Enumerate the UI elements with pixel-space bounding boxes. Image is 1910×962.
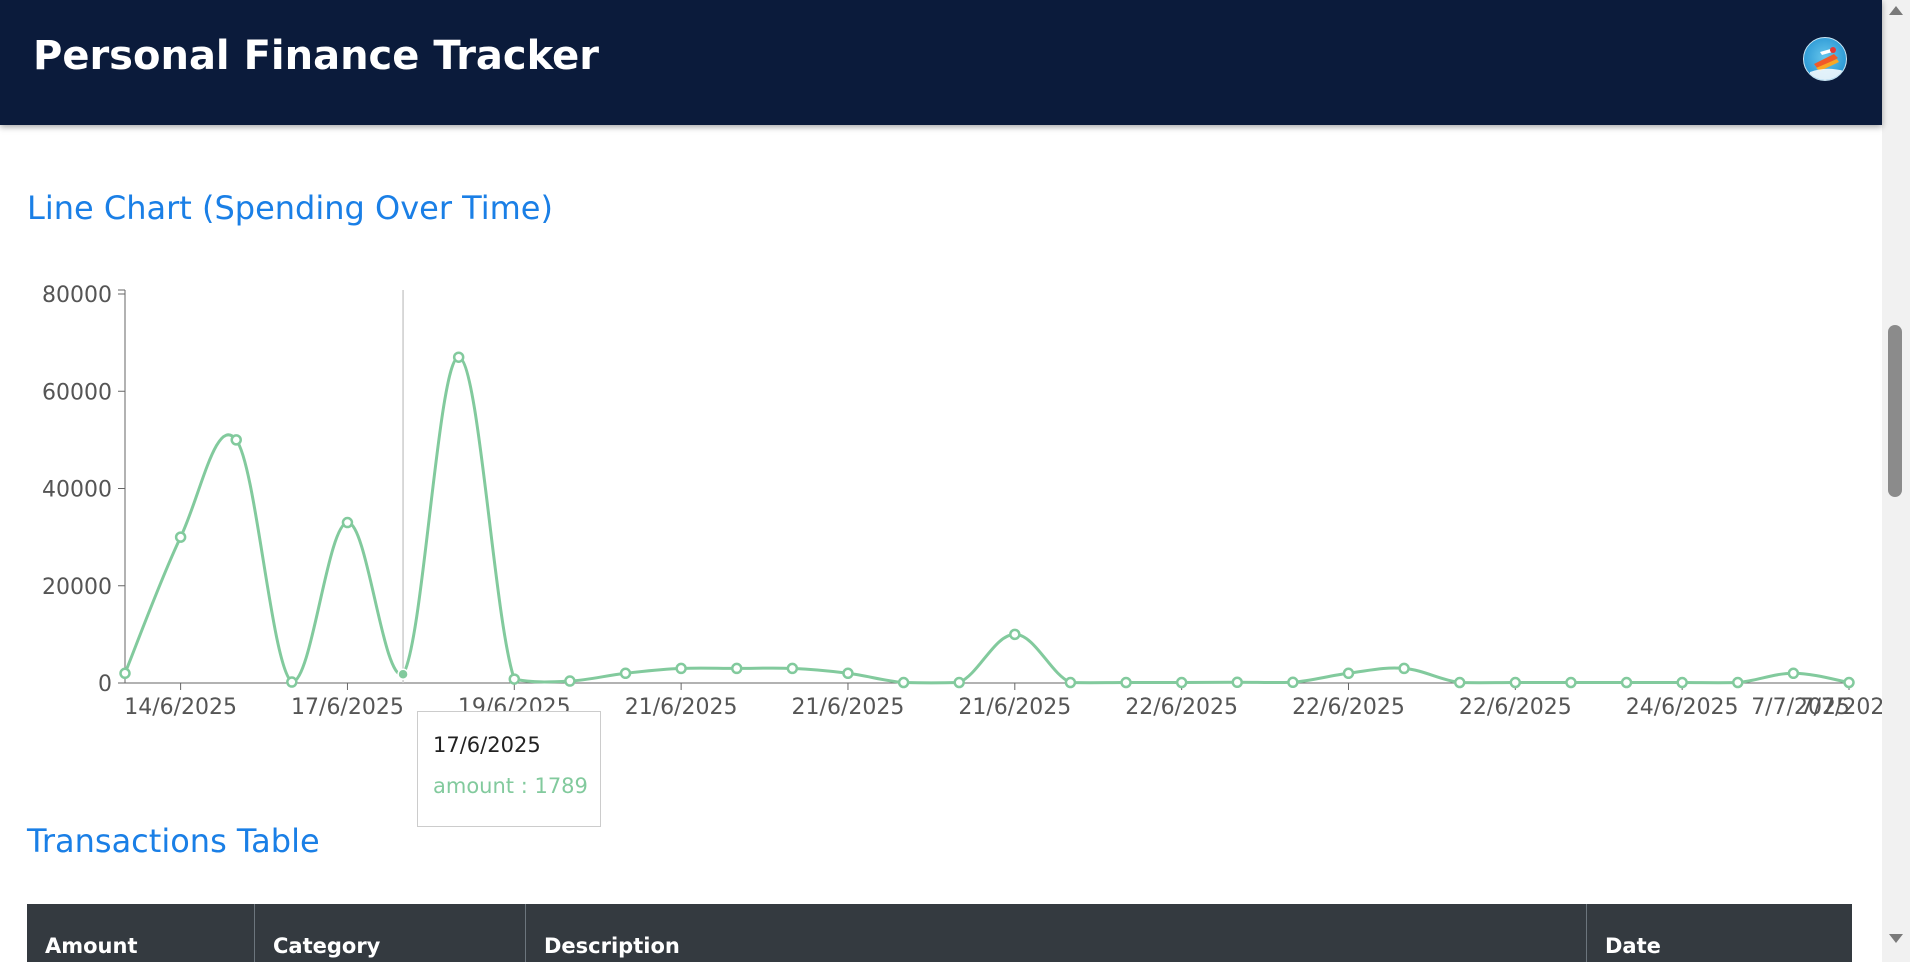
data-point [119, 667, 131, 680]
data-point [508, 673, 521, 685]
avatar[interactable] [1803, 37, 1847, 81]
scroll-thumb[interactable] [1888, 325, 1902, 497]
line-chart-svg[interactable]: 02000040000600008000014/6/2025 17/6/2025 1… [0, 270, 1882, 740]
x-tick-label: 22/6/2025 [1459, 695, 1572, 720]
y-tick-label: 40000 [42, 478, 112, 503]
data-point [1009, 628, 1021, 641]
page-scrollbar[interactable] [1882, 0, 1910, 962]
data-point [1509, 676, 1522, 689]
scroll-up-arrow-icon[interactable] [1889, 6, 1903, 15]
data-point [842, 667, 854, 680]
app-header: Personal Finance Tracker [0, 0, 1882, 125]
column-header-amount[interactable]: Amount [27, 904, 255, 962]
data-point [1676, 676, 1688, 689]
data-point [897, 676, 910, 689]
x-tick-label: 14/6/2025 [124, 695, 237, 720]
x-tick-label: 21/6/2025 [625, 695, 738, 720]
chart-tooltip: 17/6/2025 amount : 1789 [417, 711, 601, 827]
data-point-active [397, 668, 409, 681]
x-tick-label: 7/7/2025 [1751, 695, 1850, 720]
data-point [953, 676, 965, 689]
y-tick-label: 60000 [42, 380, 112, 405]
data-point [1064, 676, 1077, 689]
data-point [1843, 676, 1855, 689]
data-point [675, 662, 687, 675]
x-tick-label: 24/6/2025 [1626, 695, 1739, 720]
line-chart-title: Line Chart (Spending Over Time) [27, 189, 553, 227]
data-point [619, 667, 632, 680]
transactions-table-title: Transactions Table [27, 822, 320, 860]
x-tick-label: 22/6/2025 [1125, 695, 1238, 720]
data-point [786, 662, 799, 675]
data-point [286, 676, 298, 688]
tooltip-value: amount : 1789 [433, 774, 588, 798]
column-header-date[interactable]: Date [1587, 904, 1852, 962]
data-point [1342, 667, 1355, 680]
avatar-image-icon [1810, 47, 1844, 80]
data-point [564, 675, 576, 687]
data-point [341, 516, 354, 529]
data-point [230, 434, 242, 446]
x-tick-label: 21/6/2025 [792, 695, 905, 720]
data-point [1787, 667, 1800, 680]
column-header-category[interactable]: Category [255, 904, 526, 962]
transactions-table-header: Amount Category Description Date [27, 904, 1852, 962]
app-title: Personal Finance Tracker [33, 33, 600, 79]
scroll-down-arrow-icon[interactable] [1889, 934, 1903, 943]
series-line-amount [123, 355, 1850, 685]
data-point [1453, 676, 1466, 689]
line-chart[interactable]: 0 20000 40000 60000 80000 14/6/2025 17/6/2025 1… [0, 270, 1882, 827]
data-point [730, 662, 743, 675]
data-point [1398, 662, 1410, 675]
x-tick-label: 17/6/2025 [291, 695, 404, 720]
data-point [174, 531, 187, 543]
data-point [1732, 676, 1744, 689]
data-point [1565, 676, 1577, 689]
data-point [452, 351, 465, 363]
data-point [1231, 676, 1244, 689]
y-tick-label: 80000 [42, 283, 112, 308]
data-point [1287, 676, 1299, 689]
tooltip-label: 17/6/2025 [433, 733, 541, 757]
y-tick-label: 0 [98, 672, 112, 697]
x-tick-label: 21/6/2025 [958, 695, 1071, 720]
data-point [1175, 676, 1188, 689]
column-header-description[interactable]: Description [526, 904, 1587, 962]
data-point [1620, 676, 1633, 689]
x-tick-label: 22/6/2025 [1292, 695, 1405, 720]
data-point [1120, 676, 1132, 689]
y-tick-label: 20000 [42, 575, 112, 600]
